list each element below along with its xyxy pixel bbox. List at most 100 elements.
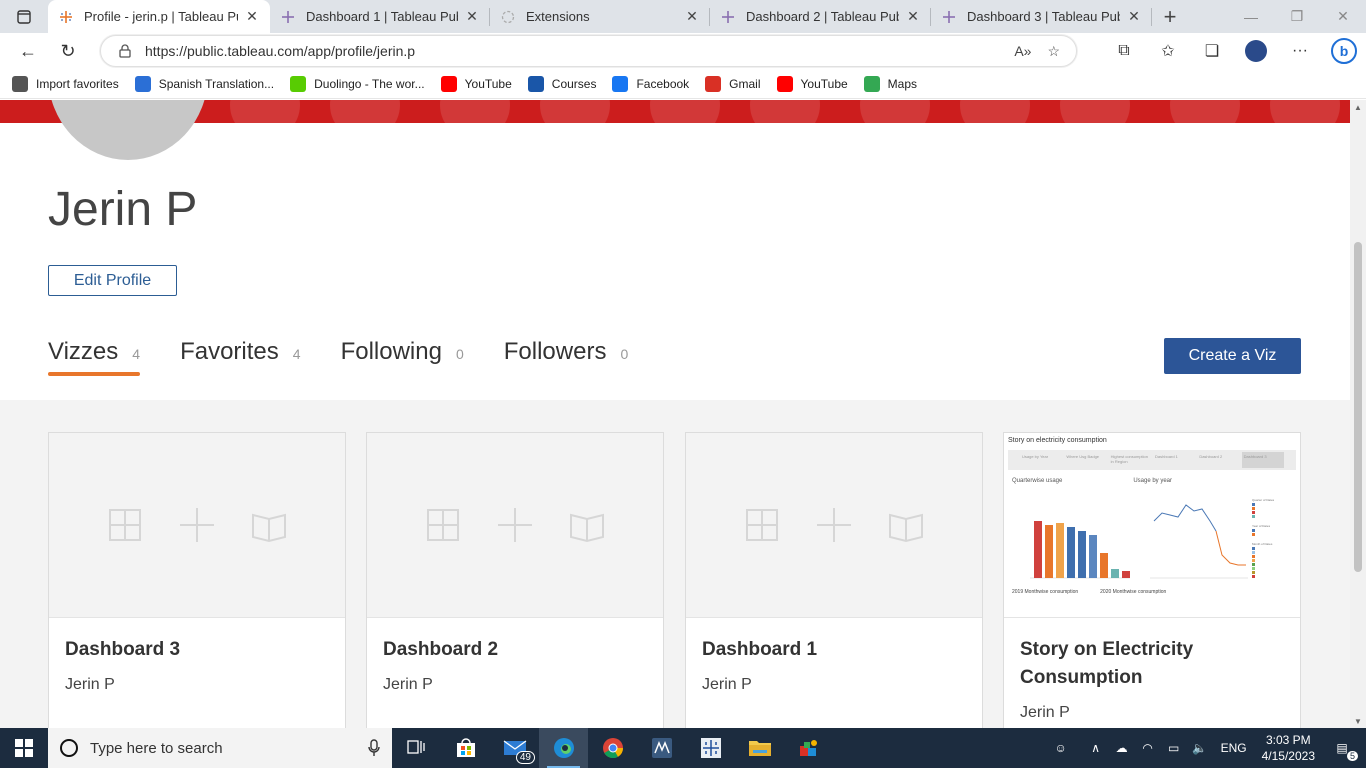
start-button[interactable] bbox=[0, 728, 48, 768]
dashboard-grid-icon bbox=[109, 509, 141, 541]
edge-button[interactable] bbox=[539, 728, 588, 768]
reload-button[interactable]: ↻ bbox=[48, 35, 88, 67]
favorite-youtube[interactable]: YouTube bbox=[440, 75, 512, 92]
profile-button[interactable] bbox=[1234, 35, 1278, 67]
viz-card[interactable]: Dashboard 1 Jerin P bbox=[685, 432, 983, 728]
svg-text:Quarter of Dates: Quarter of Dates bbox=[1252, 498, 1275, 502]
favorite-import[interactable]: Import favorites bbox=[12, 75, 119, 92]
chrome-button[interactable] bbox=[588, 728, 637, 768]
create-viz-button[interactable]: Create a Viz bbox=[1164, 338, 1301, 374]
story-preview-charts: Quarter of Dates Year of Dates Month of Da… bbox=[1030, 498, 1275, 579]
viz-author[interactable]: Jerin P bbox=[1020, 704, 1284, 722]
language-indicator[interactable]: ENG bbox=[1217, 741, 1251, 755]
favorite-gmail[interactable]: Gmail bbox=[705, 75, 761, 92]
tab-followers[interactable]: Followers 0 bbox=[504, 338, 629, 376]
browser-tab-profile[interactable]: Profile - jerin.p | Tableau Publi ✕ bbox=[48, 0, 270, 33]
viz-author[interactable]: Jerin P bbox=[702, 676, 966, 694]
search-placeholder: Type here to search bbox=[90, 739, 223, 757]
microphone-icon[interactable] bbox=[368, 739, 380, 757]
new-tab-button[interactable]: + bbox=[1152, 0, 1188, 33]
viz-card[interactable]: Story on electricity consumption Usage b… bbox=[1003, 432, 1301, 728]
favorite-label: YouTube bbox=[800, 76, 848, 91]
onedrive-icon[interactable]: ☁ bbox=[1110, 741, 1134, 755]
close-window-button[interactable]: ✕ bbox=[1320, 0, 1366, 33]
viz-author[interactable]: Jerin P bbox=[65, 676, 329, 694]
viz-title[interactable]: Story on Electricity Consumption bbox=[1020, 636, 1284, 692]
favorites-star-icon: ✩ bbox=[1161, 43, 1175, 60]
tableau-icon bbox=[720, 9, 736, 25]
minimize-button[interactable]: — bbox=[1228, 0, 1274, 33]
folder-icon bbox=[748, 741, 771, 756]
dashboard-grid-icon bbox=[427, 509, 459, 541]
wifi-icon[interactable]: ◠ bbox=[1136, 741, 1160, 755]
add-favorite-icon[interactable]: ☆ bbox=[1047, 43, 1060, 60]
favorite-duolingo[interactable]: Duolingo - The wor... bbox=[290, 75, 425, 92]
edit-profile-button[interactable]: Edit Profile bbox=[48, 265, 177, 296]
bing-button[interactable]: b bbox=[1322, 35, 1366, 67]
favorite-facebook[interactable]: Facebook bbox=[612, 75, 689, 92]
favorite-maps[interactable]: Maps bbox=[863, 75, 917, 92]
page-scrollbar[interactable]: ▲ ▼ bbox=[1350, 100, 1366, 728]
notifications-button[interactable]: ▤ 5 bbox=[1330, 741, 1358, 761]
favorite-courses[interactable]: Courses bbox=[527, 75, 596, 92]
story-nav-item: Highest consumption in Region bbox=[1110, 454, 1149, 464]
tab-title: Extensions bbox=[526, 9, 590, 24]
taskbar-search[interactable]: Type here to search bbox=[48, 728, 392, 768]
task-view-button[interactable] bbox=[392, 728, 441, 768]
mail-button[interactable]: 49 bbox=[490, 728, 539, 768]
viz-title[interactable]: Dashboard 1 bbox=[702, 636, 966, 664]
browser-tab-extensions[interactable]: Extensions ✕ bbox=[490, 0, 710, 33]
viz-author[interactable]: Jerin P bbox=[383, 676, 647, 694]
paint-button[interactable] bbox=[784, 728, 833, 768]
chevron-up-icon[interactable]: ∧ bbox=[1084, 741, 1108, 755]
settings-menu-button[interactable]: ··· bbox=[1278, 35, 1322, 67]
browser-tab-dashboard-3[interactable]: Dashboard 3 | Tableau Public ✕ bbox=[931, 0, 1152, 33]
tab-following[interactable]: Following 0 bbox=[341, 338, 464, 376]
viz-title[interactable]: Dashboard 2 bbox=[383, 636, 647, 664]
file-explorer-button[interactable] bbox=[735, 728, 784, 768]
extensions-button[interactable]: ⧉ bbox=[1102, 35, 1146, 67]
store-button[interactable] bbox=[441, 728, 490, 768]
tab-vizzes[interactable]: Vizzes 4 bbox=[48, 338, 141, 376]
tab-title: Profile - jerin.p | Tableau Publi bbox=[84, 9, 238, 24]
address-bar[interactable]: https://public.tableau.com/app/profile/j… bbox=[100, 35, 1077, 67]
favorite-youtube-2[interactable]: YouTube bbox=[776, 75, 848, 92]
close-tab-icon[interactable]: ✕ bbox=[244, 8, 260, 25]
favorite-translation[interactable]: Spanish Translation... bbox=[134, 75, 274, 92]
viz-title[interactable]: Dashboard 3 bbox=[65, 636, 329, 664]
browser-tab-dashboard-2[interactable]: Dashboard 2 | Tableau Public ✕ bbox=[710, 0, 931, 33]
scroll-down-icon[interactable]: ▼ bbox=[1350, 714, 1366, 728]
close-tab-icon[interactable]: ✕ bbox=[464, 8, 480, 25]
close-tab-icon[interactable]: ✕ bbox=[1126, 8, 1142, 25]
story-preview-nav: Usage by Year Where Usg Badge Highest co… bbox=[1008, 450, 1296, 470]
volume-icon[interactable]: 🔈 bbox=[1188, 741, 1212, 755]
battery-icon[interactable]: ▭ bbox=[1162, 741, 1186, 755]
viz-thumbnail-placeholder bbox=[367, 433, 663, 618]
people-icon[interactable]: ☺ bbox=[1049, 741, 1073, 755]
tableau-button[interactable] bbox=[686, 728, 735, 768]
read-aloud-icon[interactable]: A» bbox=[1014, 43, 1031, 60]
clock[interactable]: 3:03 PM 4/15/2023 bbox=[1262, 732, 1315, 764]
close-tab-icon[interactable]: ✕ bbox=[684, 8, 700, 25]
maximize-button[interactable]: ❐ bbox=[1274, 0, 1320, 33]
tab-count: 4 bbox=[132, 346, 141, 362]
viz-card[interactable]: Dashboard 2 Jerin P bbox=[366, 432, 664, 728]
mysql-workbench-button[interactable] bbox=[637, 728, 686, 768]
scrollbar-thumb[interactable] bbox=[1354, 242, 1362, 572]
tab-title: Dashboard 3 | Tableau Public bbox=[967, 9, 1120, 24]
tab-actions-button[interactable] bbox=[0, 0, 48, 33]
story-right-chart-label: Usage by year bbox=[1133, 478, 1172, 484]
chrome-icon bbox=[602, 738, 623, 759]
favorite-label: Duolingo - The wor... bbox=[314, 76, 425, 91]
close-tab-icon[interactable]: ✕ bbox=[905, 8, 921, 25]
favorites-button[interactable]: ✩ bbox=[1146, 35, 1190, 67]
back-button[interactable]: ← bbox=[8, 35, 48, 67]
browser-tab-dashboard-1[interactable]: Dashboard 1 | Tableau Public ✕ bbox=[270, 0, 490, 33]
story-preview-image: Story on electricity consumption Usage b… bbox=[1004, 433, 1300, 617]
scroll-up-icon[interactable]: ▲ bbox=[1350, 100, 1366, 114]
viz-thumbnail[interactable]: Story on electricity consumption Usage b… bbox=[1004, 433, 1300, 618]
viz-card[interactable]: Dashboard 3 Jerin P bbox=[48, 432, 346, 728]
url-text[interactable]: https://public.tableau.com/app/profile/j… bbox=[145, 43, 1014, 59]
collections-button[interactable]: ❏ bbox=[1190, 35, 1234, 67]
tab-favorites[interactable]: Favorites 4 bbox=[180, 338, 301, 376]
